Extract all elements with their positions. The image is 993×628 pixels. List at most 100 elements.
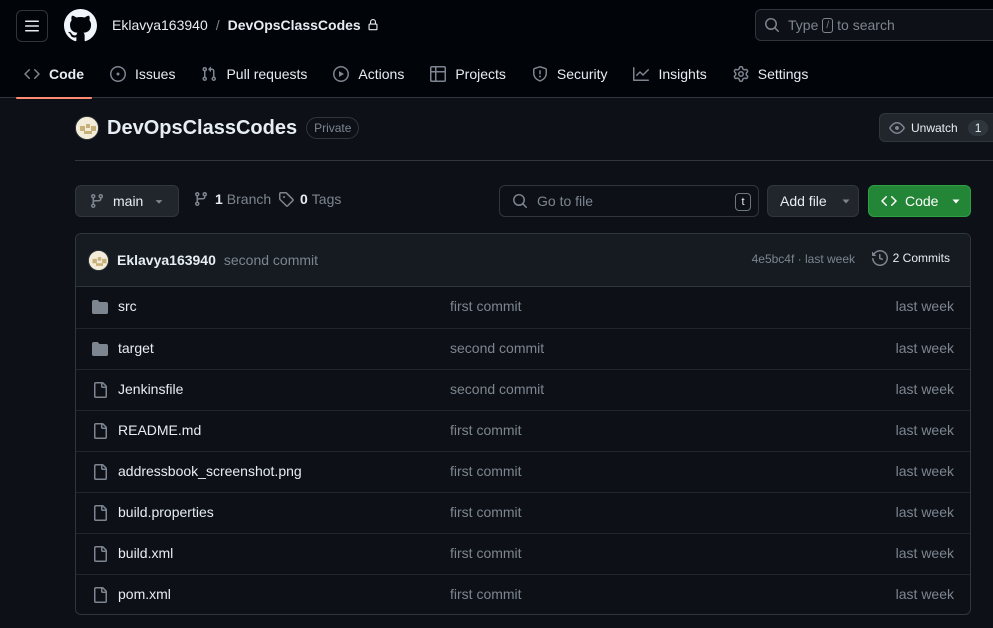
table-row[interactable]: build.properties first commit last week	[76, 492, 970, 533]
file-commit-message[interactable]: first commit	[450, 586, 522, 602]
tab-label: Security	[556, 65, 608, 82]
search-suffix: to search	[837, 17, 895, 33]
code-icon	[24, 66, 40, 82]
lock-icon	[367, 19, 379, 31]
table-row[interactable]: Jenkinsfile second commit last week	[76, 369, 970, 410]
owner-link[interactable]: Eklavya163940	[112, 17, 208, 33]
search-icon	[513, 194, 528, 209]
unwatch-button[interactable]: Unwatch 1	[879, 113, 993, 142]
branch-label: Branch	[226, 191, 272, 207]
file-name-link[interactable]: build.properties	[118, 504, 214, 520]
table-row[interactable]: build.xml first commit last week	[76, 533, 970, 574]
table-row[interactable]: README.md first commit last week	[76, 410, 970, 451]
avatar[interactable]	[75, 116, 99, 140]
table-row[interactable]: pom.xml first commit last week	[76, 574, 970, 615]
table-row[interactable]: src first commit last week	[76, 287, 970, 328]
breadcrumb-separator: /	[215, 17, 220, 33]
file-name-link[interactable]: Jenkinsfile	[118, 381, 183, 397]
avatar[interactable]	[88, 249, 109, 271]
shield-icon	[532, 65, 548, 82]
file-commit-message[interactable]: second commit	[450, 381, 544, 397]
latest-commit-bar: Eklavya163940 second commit 4e5bc4f · la…	[76, 234, 970, 287]
chevron-down-icon	[951, 196, 961, 206]
search-shortcut-key: /	[822, 17, 834, 33]
table-row[interactable]: target second commit last week	[76, 328, 970, 369]
file-commit-message[interactable]: first commit	[450, 298, 522, 314]
repo-link[interactable]: DevOpsClassCodes	[228, 17, 361, 33]
code-icon	[881, 193, 897, 209]
repo-title[interactable]: DevOpsClassCodes	[107, 117, 297, 140]
tab-label: Code	[49, 65, 84, 82]
table-row[interactable]: addressbook_screenshot.png first commit la…	[76, 451, 970, 492]
tab-settings[interactable]: Settings	[725, 52, 817, 98]
tab-label: Settings	[757, 65, 809, 82]
github-logo-icon[interactable]	[64, 9, 97, 42]
go-to-file-placeholder: Go to file	[537, 193, 594, 209]
file-name-link[interactable]: build.xml	[118, 545, 173, 561]
file-name-link[interactable]: pom.xml	[118, 586, 171, 602]
code-button[interactable]: Code	[868, 185, 971, 217]
tab-label: Actions	[358, 65, 405, 82]
file-commit-time: last week	[895, 586, 954, 602]
tab-label: Pull requests	[226, 65, 308, 82]
breadcrumb: Eklavya163940 / DevOpsClassCodes	[112, 16, 379, 34]
tab-label: Projects	[455, 65, 506, 82]
eye-icon	[889, 120, 905, 136]
divider	[75, 160, 993, 161]
file-commit-time: last week	[895, 298, 954, 314]
file-commit-time: last week	[895, 504, 954, 520]
repo-tabs: Code Issues Pull requests Actions Projec…	[16, 52, 826, 99]
branch-icon	[89, 193, 105, 209]
tab-insights[interactable]: Insights	[625, 52, 714, 98]
branch-icon	[193, 191, 209, 207]
code-label: Code	[905, 193, 939, 209]
tab-code[interactable]: Code	[16, 52, 92, 99]
chevron-down-icon	[841, 196, 851, 206]
tag-icon	[278, 191, 294, 207]
file-commit-time: last week	[895, 463, 954, 479]
tag-count: 0	[300, 191, 308, 207]
file-icon	[92, 546, 108, 562]
tag-label: Tags	[311, 191, 342, 207]
commit-author[interactable]: Eklavya163940	[117, 252, 216, 268]
folder-icon	[92, 341, 108, 357]
commits-count: 2 Commits	[892, 251, 950, 265]
file-name-link[interactable]: target	[118, 340, 154, 356]
commit-message[interactable]: second commit	[224, 252, 318, 268]
file-icon	[92, 587, 108, 603]
file-icon	[92, 464, 108, 480]
commit-hash-time[interactable]: 4e5bc4f · last week	[752, 252, 855, 266]
tab-projects[interactable]: Projects	[422, 52, 514, 98]
tab-pull-requests[interactable]: Pull requests	[193, 52, 315, 98]
search-placeholder: Type / to search	[788, 17, 895, 33]
branch-selector[interactable]: main	[75, 185, 179, 217]
commits-history-link[interactable]: 2 Commits	[871, 250, 950, 266]
add-file-button[interactable]: Add file	[767, 185, 859, 217]
go-to-file-input[interactable]: Go to file t	[499, 185, 759, 217]
search-icon	[765, 18, 780, 33]
tags-link[interactable]: 0 Tags	[278, 191, 341, 207]
file-commit-message[interactable]: first commit	[450, 422, 522, 438]
branches-link[interactable]: 1 Branch	[193, 191, 271, 207]
file-commit-message[interactable]: first commit	[450, 504, 522, 520]
history-icon	[871, 250, 888, 266]
search-input[interactable]: Type / to search	[755, 9, 993, 41]
file-name-link[interactable]: README.md	[118, 422, 201, 438]
file-rows: src first commit last week target second com…	[76, 287, 970, 615]
menu-button[interactable]	[16, 10, 48, 42]
tab-actions[interactable]: Actions	[325, 52, 412, 98]
tab-issues[interactable]: Issues	[102, 52, 183, 98]
add-file-label: Add file	[780, 193, 827, 209]
table-icon	[430, 65, 447, 82]
file-commit-time: last week	[895, 545, 954, 561]
file-icon	[92, 505, 108, 521]
file-name-link[interactable]: addressbook_screenshot.png	[118, 463, 302, 479]
file-commit-message[interactable]: first commit	[450, 545, 522, 561]
gear-icon	[733, 65, 749, 82]
file-commit-message[interactable]: second commit	[450, 340, 544, 356]
file-name-link[interactable]: src	[118, 298, 137, 314]
file-commit-message[interactable]: first commit	[450, 463, 522, 479]
branch-name: main	[113, 193, 144, 209]
tab-security[interactable]: Security	[524, 52, 616, 98]
go-to-file-shortcut: t	[735, 193, 751, 211]
